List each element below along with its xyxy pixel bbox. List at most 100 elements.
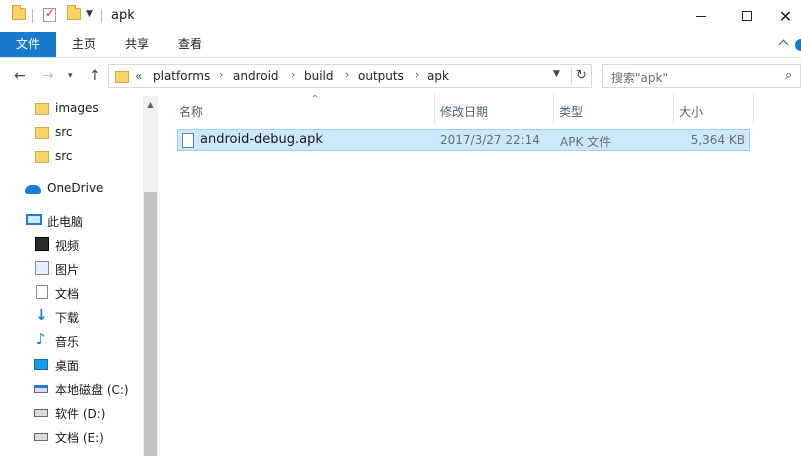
- up-button[interactable]: ↑: [89, 68, 101, 84]
- documents-icon: [36, 285, 48, 299]
- nav-item-label: 视频: [55, 239, 80, 253]
- scroll-thumb[interactable]: [144, 192, 157, 456]
- column-header-type[interactable]: 类型: [554, 94, 674, 124]
- column-label: 类型: [559, 105, 584, 119]
- nav-item-drive-c[interactable]: 本地磁盘 (C:): [0, 376, 140, 400]
- breadcrumb-platforms[interactable]: platforms: [153, 69, 210, 83]
- file-modified: 2017/3/27 22:14: [440, 133, 540, 147]
- collapse-ribbon-chevron-icon[interactable]: [779, 38, 789, 48]
- chevron-down-icon: ▾: [68, 71, 73, 81]
- nav-item-label: 文档 (E:): [55, 431, 104, 445]
- onedrive-icon: [25, 185, 41, 194]
- navigation-pane: images src src OneDrive 此电脑 视频 图片 文档 ↓ 下…: [0, 94, 158, 456]
- nav-item-this-pc[interactable]: 此电脑: [0, 208, 140, 232]
- back-button[interactable]: ←: [14, 68, 26, 84]
- search-input[interactable]: 搜索"apk" ⌕: [602, 64, 801, 88]
- nav-item-label: src: [55, 125, 73, 139]
- nav-item-videos[interactable]: 视频: [0, 232, 140, 256]
- this-pc-icon: [26, 214, 42, 225]
- nav-item-label: images: [55, 101, 99, 115]
- maximize-icon: [742, 11, 752, 21]
- system-drive-icon: [34, 385, 48, 393]
- folder-icon[interactable]: [12, 5, 26, 20]
- refresh-icon[interactable]: ↻: [571, 67, 591, 85]
- column-header-size[interactable]: 大小: [674, 94, 754, 124]
- recent-locations-button[interactable]: ▾: [68, 71, 73, 81]
- new-folder-icon[interactable]: [67, 5, 81, 20]
- up-arrow-icon: ↑: [89, 68, 101, 84]
- nav-item-label: 文档: [55, 287, 80, 301]
- title-bar: ▼ apk ✕: [0, 0, 801, 32]
- nav-item-music[interactable]: ♪ 音乐: [0, 328, 140, 352]
- file-name: android-debug.apk: [200, 132, 323, 147]
- nav-item-images[interactable]: images: [0, 96, 140, 120]
- file-list: 名称 ⌃ 修改日期 类型 大小 android-debug.apk 2017/3…: [158, 94, 801, 456]
- divider: [32, 9, 33, 23]
- breadcrumb-separator-icon[interactable]: ›: [291, 68, 295, 81]
- search-icon[interactable]: ⌕: [785, 68, 792, 83]
- nav-item-label: 桌面: [55, 359, 80, 373]
- column-label: 名称: [179, 105, 204, 119]
- nav-item-label: OneDrive: [47, 181, 104, 195]
- scroll-up-icon[interactable]: ▲: [143, 96, 158, 113]
- quick-access-dropdown-icon[interactable]: ▼: [86, 9, 93, 19]
- drive-icon: [34, 409, 48, 417]
- nav-item-label: 本地磁盘 (C:): [55, 383, 129, 397]
- forward-button[interactable]: →: [42, 68, 54, 84]
- drive-icon: [34, 433, 48, 441]
- nav-item-label: 图片: [55, 263, 80, 277]
- tab-view[interactable]: 查看: [162, 32, 218, 57]
- nav-item-pictures[interactable]: 图片: [0, 256, 140, 280]
- column-header-modified[interactable]: 修改日期: [435, 94, 554, 124]
- folder-icon: [35, 151, 49, 163]
- breadcrumb-outputs[interactable]: outputs: [358, 69, 404, 83]
- properties-check-icon[interactable]: [43, 6, 56, 22]
- tab-share[interactable]: 共享: [109, 32, 165, 57]
- file-type: APK 文件: [560, 135, 612, 149]
- tab-file[interactable]: 文件: [0, 32, 56, 57]
- folder-icon: [35, 103, 49, 115]
- forward-arrow-icon: →: [42, 68, 54, 84]
- nav-item-src[interactable]: src: [0, 144, 140, 168]
- close-button[interactable]: ✕: [770, 0, 801, 32]
- column-label: 修改日期: [440, 105, 489, 119]
- breadcrumb-separator-icon[interactable]: ›: [219, 68, 223, 81]
- table-row[interactable]: android-debug.apk 2017/3/27 22:14 APK 文件…: [177, 129, 750, 151]
- breadcrumb-separator-icon[interactable]: ›: [345, 68, 349, 81]
- nav-item-desktop[interactable]: 桌面: [0, 352, 140, 376]
- nav-item-documents[interactable]: 文档: [0, 280, 140, 304]
- close-icon: ✕: [778, 6, 793, 26]
- address-bar[interactable]: « platforms › android › build › outputs …: [108, 64, 592, 88]
- folder-icon: [115, 71, 129, 83]
- help-icon[interactable]: [795, 39, 801, 51]
- nav-item-src[interactable]: src: [0, 120, 140, 144]
- music-icon: ♪: [36, 330, 46, 348]
- videos-icon: [35, 237, 49, 251]
- sort-ascending-icon: ⌃: [311, 94, 320, 105]
- tab-home[interactable]: 主页: [56, 32, 112, 57]
- maximize-button[interactable]: [724, 0, 770, 32]
- nav-item-drive-d[interactable]: 软件 (D:): [0, 400, 140, 424]
- column-label: 大小: [679, 105, 704, 119]
- nav-item-onedrive[interactable]: OneDrive: [0, 176, 140, 200]
- nav-item-label: 软件 (D:): [55, 407, 106, 421]
- file-size: 5,364 KB: [690, 133, 745, 147]
- breadcrumb-apk[interactable]: apk: [427, 69, 449, 83]
- breadcrumb-overflow[interactable]: «: [135, 69, 142, 83]
- nav-item-label: 此电脑: [47, 215, 84, 229]
- breadcrumb-android[interactable]: android: [233, 69, 279, 83]
- nav-item-downloads[interactable]: ↓ 下载: [0, 304, 140, 328]
- column-header-name[interactable]: 名称 ⌃: [171, 94, 435, 124]
- minimize-button[interactable]: [678, 0, 724, 32]
- downloads-icon: ↓: [35, 306, 48, 324]
- nav-pane-scrollbar[interactable]: ▲: [143, 96, 158, 456]
- divider: [101, 9, 102, 23]
- address-dropdown-icon[interactable]: ▼: [553, 69, 560, 79]
- breadcrumb-separator-icon[interactable]: ›: [415, 68, 419, 81]
- breadcrumb-build[interactable]: build: [304, 69, 334, 83]
- folder-icon: [35, 127, 49, 139]
- nav-item-drive-e[interactable]: 文档 (E:): [0, 424, 140, 448]
- nav-item-label: 下载: [55, 311, 80, 325]
- search-placeholder: 搜索"apk": [611, 71, 668, 85]
- nav-item-label: src: [55, 149, 73, 163]
